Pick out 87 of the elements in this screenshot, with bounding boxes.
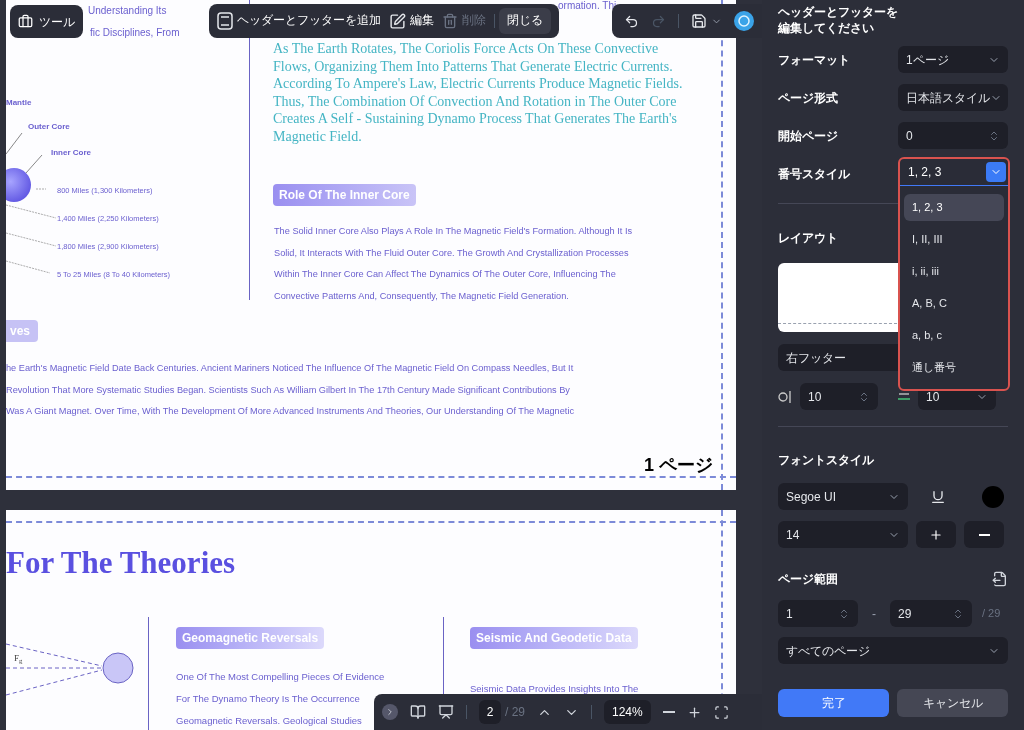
book-icon <box>410 704 426 720</box>
number-style-select[interactable]: 1, 2, 3 <box>900 159 1008 186</box>
from-page-field[interactable]: 1 <box>778 600 858 627</box>
diagram-label: Inner Core <box>51 147 91 159</box>
header-footer-icon <box>217 12 233 30</box>
diagram-label: Outer Core <box>28 121 70 133</box>
zoom-in-button[interactable] <box>686 704 702 720</box>
dropdown-option[interactable]: 1, 2, 3 <box>904 194 1004 221</box>
dropdown-option[interactable]: i, ii, iii <box>904 258 1004 285</box>
page-number-field[interactable]: 2 <box>479 700 501 724</box>
to-page-field[interactable]: 29 <box>890 600 972 627</box>
select-field[interactable]: 1ページ <box>898 46 1008 73</box>
section-heading: レイアウト <box>778 230 838 247</box>
field-label: 開始ページ <box>778 127 838 145</box>
section-heading: ページ範囲 <box>778 571 838 588</box>
select-field[interactable]: 日本語スタイル <box>898 84 1008 111</box>
page-scope-select[interactable]: すべてのページ <box>778 637 1008 664</box>
body-text: The Solid Inner Core Also Plays A Role In The Magnetic Field's Formation. Although It Is <box>274 225 633 238</box>
page-total: / 29 <box>982 606 1001 622</box>
section-heading: Geomagnetic Reversals <box>176 627 325 649</box>
body-text: Revolution That More Systematic Studies Began. Scientists Such As William Gilbert In The 17th Century Made Significant Contributions By <box>6 384 570 397</box>
body-text: For The Dynamo Theory Is The Occurrence <box>176 692 360 706</box>
margin-field[interactable]: 10 <box>800 383 878 410</box>
body-text: Understanding Its <box>88 4 167 18</box>
panel-title: ヘッダーとフッターを編集してください <box>778 4 898 36</box>
body-text: Solid, It Interacts With The Fluid Outer Core. The Growth And Crystallization Processes <box>274 247 629 260</box>
margin-icon <box>778 390 792 403</box>
field-label: フォーマット <box>778 51 850 69</box>
stepper-icon <box>988 129 1000 142</box>
page-range-icon[interactable] <box>992 571 1008 587</box>
page-title: For The Theories <box>6 544 236 582</box>
font-size-select[interactable]: 14 <box>778 521 908 548</box>
body-text: fic Disciplines, From <box>90 26 180 40</box>
dropdown-option[interactable]: I, II, III <box>904 226 1004 253</box>
body-text: Convective Patterns And, Consequently, The Magnetic Field Generation. <box>274 290 569 303</box>
body-text: he Earth's Magnetic Field Date Back Centuries. Ancient Mariners Noticed The Influence Of The Magnetic Field On Compass Needles, But It <box>6 362 574 375</box>
body-text: One Of The Most Compelling Pieces Of Evidence <box>176 670 385 684</box>
tools-button[interactable]: ツール <box>10 5 83 38</box>
undo-button[interactable] <box>624 13 639 29</box>
decrease-button[interactable] <box>964 521 1004 548</box>
save-button[interactable] <box>691 13 707 29</box>
range-separator: - <box>872 605 876 623</box>
done-button[interactable]: 完了 <box>778 689 889 717</box>
stepper-icon <box>952 607 964 620</box>
plus-icon <box>929 527 943 542</box>
chevron-right-icon <box>385 707 395 717</box>
collapse-button[interactable] <box>382 704 398 720</box>
force-label: F$_{g}$ <box>14 652 23 666</box>
fit-page-icon <box>713 704 729 720</box>
reading-mode-button[interactable] <box>410 704 426 720</box>
body-text: Within The Inner Core Can Affect The Dynamics Of The Outer Core, Influencing The <box>274 268 616 281</box>
presentation-button[interactable] <box>438 704 454 720</box>
page-total: / 29 <box>505 704 525 721</box>
stepper-icon <box>838 607 850 620</box>
section-heading: Role Of The Inner Core <box>273 184 416 206</box>
diagram-label: Mantle <box>6 97 32 109</box>
presentation-icon <box>438 704 454 720</box>
section-heading: ves <box>6 320 39 342</box>
minus-icon <box>662 711 675 713</box>
body-text: Seismic Data Provides Insights Into The <box>470 682 639 696</box>
field-label: ページ形式 <box>778 89 838 107</box>
increase-button[interactable] <box>916 521 956 548</box>
cancel-button[interactable]: キャンセル <box>897 689 1008 717</box>
edit-toolbar-button[interactable]: 編集 <box>389 12 434 30</box>
close-toolbar-button[interactable]: 閉じる <box>499 8 551 34</box>
section-heading: フォントスタイル <box>778 452 874 469</box>
add-toolbar-button[interactable]: ヘッダーとフッターを追加 <box>217 12 381 30</box>
body-text: Geomagnetic Reversals. Geological Studies <box>176 714 362 728</box>
number-field[interactable]: 0 <box>898 122 1008 149</box>
size-icon <box>898 393 910 400</box>
trash-icon <box>442 13 458 29</box>
plus-icon <box>686 704 702 720</box>
font-color-swatch[interactable] <box>982 485 1004 508</box>
field-label: 番号スタイル <box>778 165 850 183</box>
body-text: Was A Giant Magnet. Over Time, With The Development Of More Advanced Instruments And Theories, Our Understanding Of The Magnetic <box>6 405 575 418</box>
assistant-icon[interactable] <box>734 11 754 31</box>
minus-icon <box>978 533 990 536</box>
font-select[interactable]: Segoe UI <box>778 483 908 510</box>
toolbox-icon <box>18 14 33 29</box>
underline-icon[interactable] <box>930 488 946 505</box>
fit-page-button[interactable] <box>713 704 729 720</box>
body-paragraph: As The Earth Rotates, The Coriolis Force Acts On These Convective Flows, Organizing Them Into Patterns That Generate Electric Currents. According To Ampere's Law, Electric Currents Produce Magnetic Fields. Thus, The Combination Of Convection And Rotation in The Outer Core Creates A Self - Sustaining Dynamo Process That Generates The Earth's Magnetic Field. <box>273 40 684 145</box>
edit-icon <box>389 12 406 30</box>
stepper-icon <box>858 390 870 403</box>
page-number: 1 ページ <box>644 454 713 477</box>
dropdown-option[interactable]: A, B, C <box>904 290 1004 317</box>
zoom-field[interactable]: 124% <box>604 700 651 724</box>
